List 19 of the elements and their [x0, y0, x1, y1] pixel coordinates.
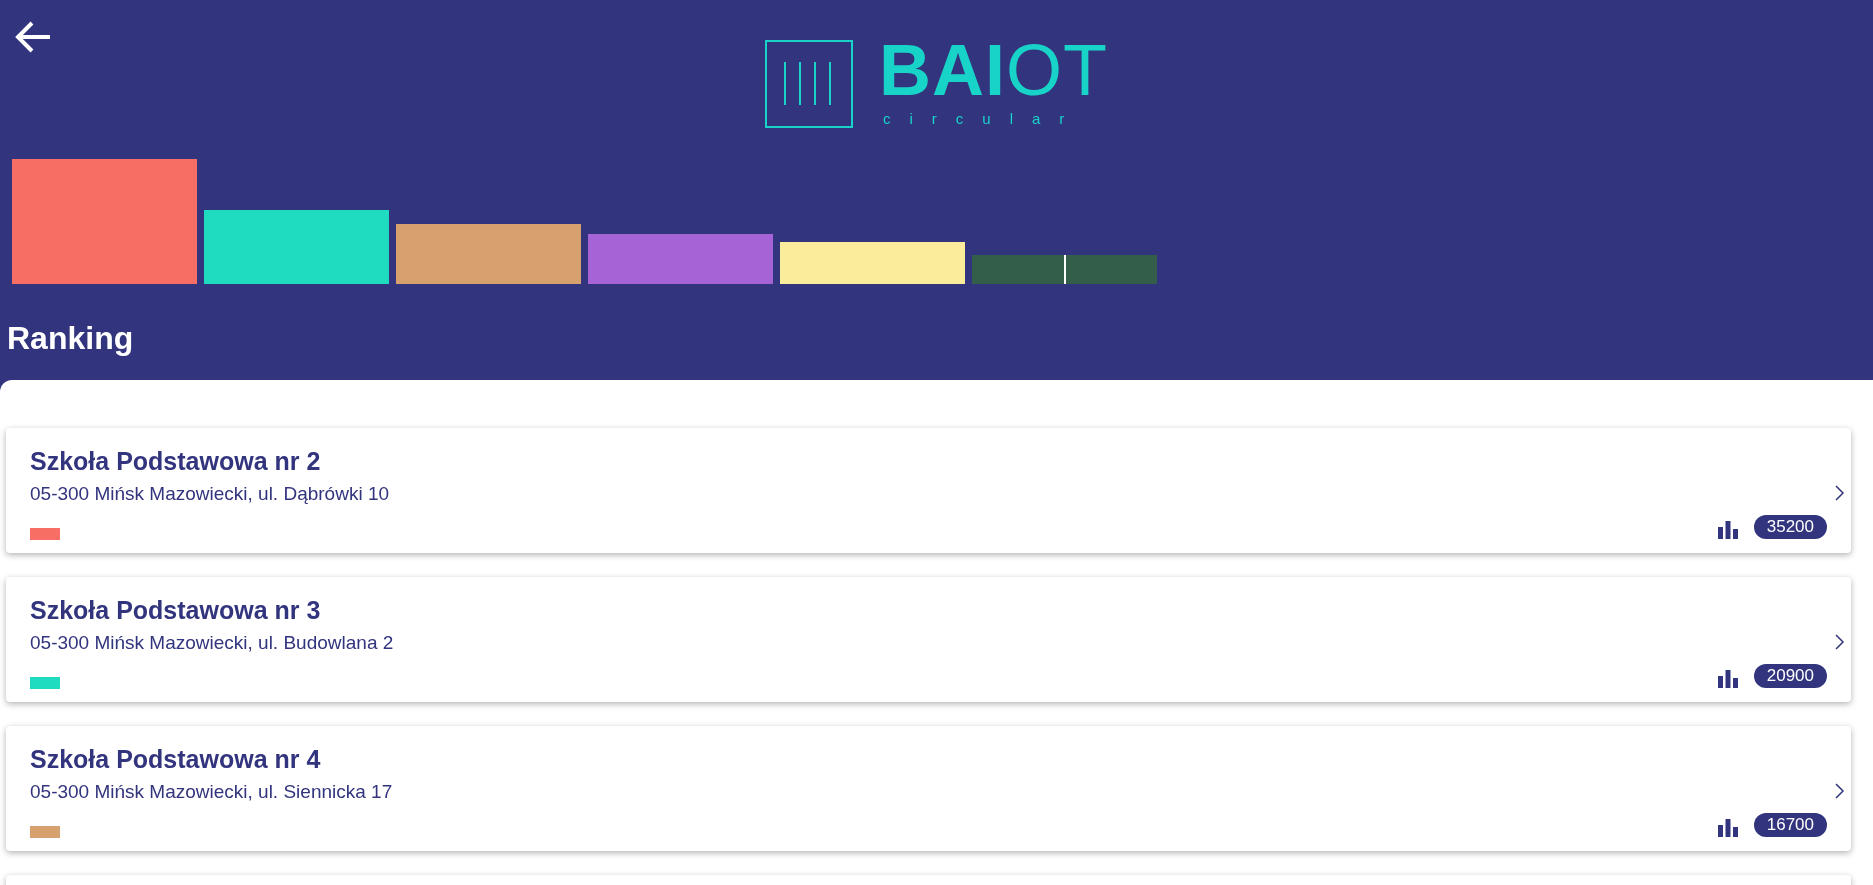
- bar-chart-icon: [1717, 521, 1738, 539]
- school-address: 05-300 Mińsk Mazowiecki, ul. Budowlana 2: [30, 631, 395, 655]
- logo-tagline: circular: [882, 109, 1085, 128]
- logo-wordmark: BAIOT: [879, 39, 1108, 100]
- school-card[interactable]: Szkoła Podstawowa nr 4 05-300 Mińsk Mazowiecki, ul. Siennicka 17 16700: [6, 726, 1851, 851]
- school-address: 05-300 Mińsk Mazowiecki, ul. Siennicka 17: [30, 780, 394, 804]
- school-address: 05-300 Mińsk Mazowiecki, ul. Dąbrówki 10: [30, 482, 391, 506]
- score-badge: 35200: [1753, 515, 1827, 539]
- school-card[interactable]: Szkoła Podstawowa nr 3 05-300 Mińsk Mazowiecki, ul. Budowlana 2 20900: [6, 577, 1851, 702]
- bar-chart-icon: [1717, 670, 1738, 688]
- logo-icon: [765, 39, 853, 128]
- school-name: Szkoła Podstawowa nr 4: [30, 744, 322, 774]
- school-name: Szkoła Podstawowa nr 3: [30, 595, 322, 625]
- score-badge: 20900: [1753, 664, 1827, 688]
- page-title: Ranking: [7, 319, 135, 358]
- bar-chart-icon: [1717, 819, 1738, 837]
- score-badge: 16700: [1753, 813, 1827, 837]
- school-card[interactable]: Szkoła Podstawowa nr 2 05-300 Mińsk Mazowiecki, ul. Dąbrówki 10 35200: [6, 428, 1851, 553]
- school-name: Szkoła Podstawowa nr 2: [30, 446, 322, 476]
